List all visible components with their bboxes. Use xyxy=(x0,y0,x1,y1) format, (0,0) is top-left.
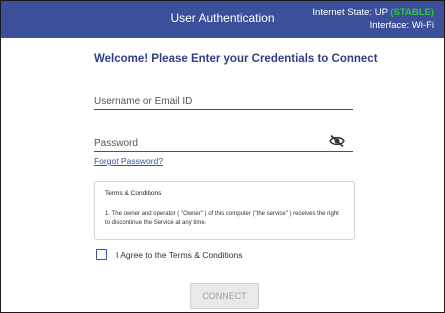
password-field-container xyxy=(94,133,353,152)
interface-label: Interface: xyxy=(369,20,410,31)
forgot-password-link[interactable]: Forgot Password? xyxy=(94,156,163,166)
agree-checkbox[interactable] xyxy=(96,249,107,260)
header-bar: User Authentication Internet State: UP (… xyxy=(1,1,444,38)
internet-state-label: Internet State: UP xyxy=(312,7,388,18)
password-input[interactable] xyxy=(94,138,314,149)
interface-value: Wi-Fi xyxy=(411,20,434,31)
connection-status: Internet State: UP (STABLE) Interface: W… xyxy=(312,6,434,32)
terms-text: 1. The owner and operator ( "Owner" ) of… xyxy=(105,211,339,226)
eye-slash-icon[interactable] xyxy=(329,134,345,148)
username-input[interactable] xyxy=(94,96,314,107)
agree-label[interactable]: I Agree to the Terms & Conditions xyxy=(116,250,242,260)
username-field-container xyxy=(94,91,353,110)
internet-state: Internet State: UP (STABLE) xyxy=(312,6,434,19)
agree-row: I Agree to the Terms & Conditions xyxy=(96,249,242,260)
terms-title: Terms & Conditions xyxy=(105,190,162,197)
terms-box[interactable]: Terms & Conditions 1. The owner and oper… xyxy=(94,181,355,240)
connect-button[interactable]: CONNECT xyxy=(190,283,259,309)
internet-state-status: (STABLE) xyxy=(390,7,434,18)
interface-info: Interface: Wi-Fi xyxy=(312,19,434,32)
welcome-heading: Welcome! Please Enter your Credentials t… xyxy=(94,53,378,65)
auth-window: User Authentication Internet State: UP (… xyxy=(0,0,445,313)
